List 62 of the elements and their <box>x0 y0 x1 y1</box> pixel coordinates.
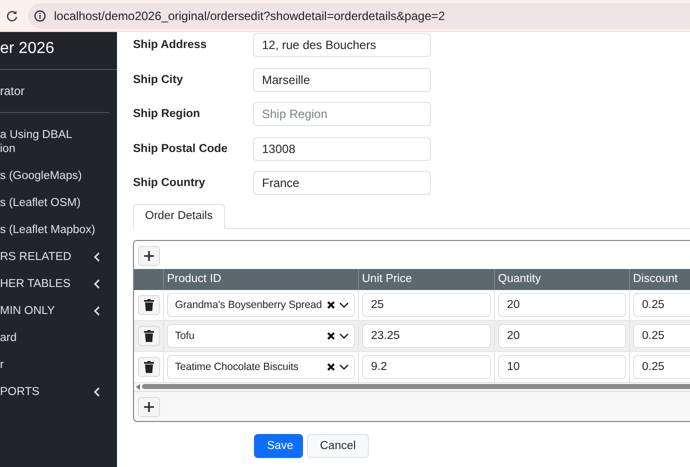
sidebar-item[interactable]: RS RELATED <box>0 244 117 271</box>
clear-icon[interactable] <box>327 300 335 308</box>
tab[interactable]: Order Details <box>133 204 225 228</box>
field-label: Ship City <box>133 74 184 86</box>
field-label: Ship Address <box>133 39 208 51</box>
discount-field[interactable]: 0.25 <box>633 292 690 316</box>
save-button[interactable]: Save <box>254 434 303 458</box>
chevron-left-icon <box>94 279 100 289</box>
quantity-field[interactable]: 20 <box>498 324 626 348</box>
scrollbar-thumb[interactable] <box>142 384 690 389</box>
sidebar-item[interactable]: a Using DBAL ion <box>0 122 117 163</box>
discount-field[interactable]: 0.25 <box>633 324 690 348</box>
field-label: Ship Postal Code <box>133 142 229 154</box>
text-field[interactable]: 12, rue des Bouchers <box>253 33 431 57</box>
chevron-left-icon <box>94 252 100 262</box>
delete-button[interactable] <box>138 294 160 314</box>
field-label: Ship Region <box>133 108 202 120</box>
add-button[interactable] <box>138 246 160 266</box>
info-icon[interactable] <box>34 10 46 22</box>
sidebar-item[interactable]: s (Leaflet OSM) <box>0 190 117 217</box>
field-label: Ship Country <box>133 177 206 189</box>
url-text: localhost/demo2026_original/ordersedit?showdetail=orderdetails&page=2 <box>54 8 445 22</box>
discount-field[interactable]: 0.25 <box>633 354 690 378</box>
sidebar-item[interactable]: s (Leaflet Mapbox) <box>0 217 117 244</box>
sidebar-item[interactable]: s (GoogleMaps) <box>0 163 117 190</box>
delete-button[interactable] <box>138 326 160 346</box>
clear-icon[interactable] <box>327 332 335 340</box>
cancel-button[interactable]: Cancel <box>307 434 369 458</box>
unit-price-field[interactable]: 9.2 <box>362 354 491 378</box>
unit-price-field[interactable]: 25 <box>362 292 491 316</box>
text-field[interactable]: Marseille <box>253 68 431 92</box>
delete-button[interactable] <box>138 356 160 376</box>
product-select[interactable]: Tofu <box>167 324 355 348</box>
sidebar-item[interactable]: MIN ONLY <box>0 298 117 325</box>
reload-icon[interactable] <box>6 10 18 22</box>
text-field[interactable]: France <box>253 171 431 195</box>
trash-icon <box>144 360 154 372</box>
add-button[interactable] <box>138 396 160 416</box>
quantity-field[interactable]: 10 <box>498 354 626 378</box>
address-bar[interactable]: localhost/demo2026_original/ordersedit?showdetail=orderdetails&page=2 <box>28 2 690 28</box>
clear-icon[interactable] <box>327 362 335 370</box>
sidebar-item[interactable]: HER TABLES <box>0 271 117 298</box>
product-select[interactable]: Teatime Chocolate Biscuits <box>167 354 355 378</box>
product-select[interactable]: Grandma's Boysenberry Spread <box>167 292 355 316</box>
text-field[interactable]: 13008 <box>253 136 431 160</box>
sidebar-item[interactable]: ard <box>0 325 117 352</box>
plus-icon <box>143 400 155 412</box>
chevron-left-icon <box>94 306 100 316</box>
chevron-down-icon[interactable] <box>339 332 349 338</box>
sidebar-item[interactable]: PORTS <box>0 379 117 406</box>
plus-icon <box>143 250 155 262</box>
user-name[interactable]: rator <box>0 84 25 98</box>
scroll-left-icon[interactable] <box>136 384 140 390</box>
quantity-field[interactable]: 20 <box>498 292 626 316</box>
trash-icon <box>144 330 154 342</box>
chevron-down-icon[interactable] <box>339 364 349 370</box>
trash-icon <box>144 298 154 310</box>
chevron-down-icon[interactable] <box>339 302 349 308</box>
text-field[interactable]: Ship Region <box>253 102 431 126</box>
chevron-left-icon <box>94 387 100 397</box>
sidebar-item[interactable]: r <box>0 352 117 379</box>
unit-price-field[interactable]: 23.25 <box>362 324 491 348</box>
